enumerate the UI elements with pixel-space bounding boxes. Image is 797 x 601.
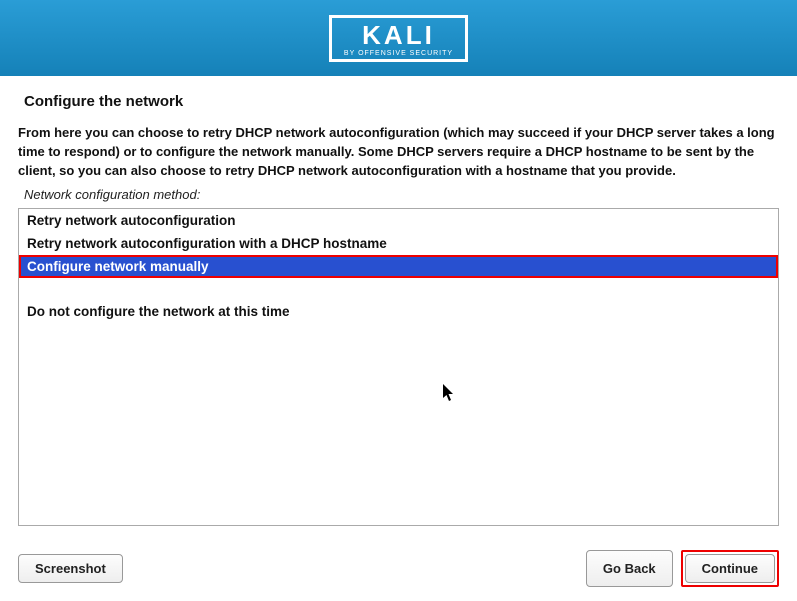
installer-header: KALI BY OFFENSIVE SECURITY	[0, 0, 797, 76]
brand-logo: KALI BY OFFENSIVE SECURITY	[329, 15, 468, 62]
brand-tagline: BY OFFENSIVE SECURITY	[344, 50, 453, 57]
continue-button[interactable]: Continue	[685, 554, 775, 583]
brand-name: KALI	[344, 22, 453, 48]
page-title: Configure the network	[0, 76, 797, 110]
network-method-options: Retry network autoconfiguration Retry ne…	[18, 208, 779, 526]
screenshot-button[interactable]: Screenshot	[18, 554, 123, 583]
option-do-not-configure[interactable]: Do not configure the network at this tim…	[19, 300, 778, 323]
option-retry-auto-hostname[interactable]: Retry network autoconfiguration with a D…	[19, 232, 778, 255]
nav-buttons: Go Back Continue	[586, 550, 779, 587]
option-separator	[19, 278, 778, 300]
description-text: From here you can choose to retry DHCP n…	[18, 124, 779, 181]
method-label: Network configuration method:	[18, 187, 779, 202]
option-retry-auto[interactable]: Retry network autoconfiguration	[19, 209, 778, 232]
content-area: From here you can choose to retry DHCP n…	[0, 110, 797, 526]
option-configure-manually[interactable]: Configure network manually	[19, 255, 778, 278]
button-bar: Screenshot Go Back Continue	[0, 550, 797, 587]
go-back-button[interactable]: Go Back	[586, 550, 673, 587]
continue-highlight: Continue	[681, 550, 779, 587]
